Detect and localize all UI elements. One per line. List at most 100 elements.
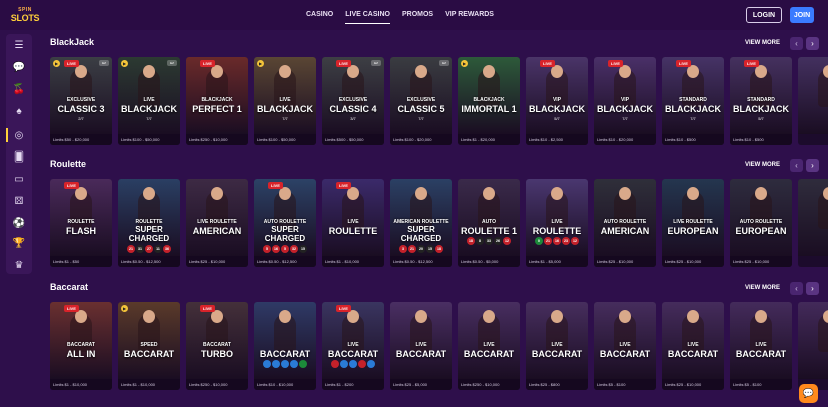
game-card[interactable]: LIVE AUTO ROULETTE SUPER CHARGED 5 16 5 32 15 Li… bbox=[254, 179, 316, 267]
result-ball bbox=[299, 360, 307, 368]
game-title: TURBO bbox=[201, 349, 233, 359]
game-subtitle: LIVE bbox=[279, 97, 291, 103]
bet-limits: Limits $0.50 - $5,000 bbox=[458, 256, 520, 267]
game-subtitle: VIP bbox=[620, 97, 630, 103]
bet-limits: Limits $250 - $10,000 bbox=[186, 134, 248, 145]
game-card[interactable]: LIVE VIP BLACKJACK 5/7 Limits $10 - $2,500 bbox=[526, 57, 588, 145]
game-card[interactable]: ▶ LIVE BLACKJACK 7/7 Limits $100 - $50,000 bbox=[254, 57, 316, 145]
game-card[interactable]: LIVE BACCARAT Limits $25 - $800 bbox=[526, 302, 588, 390]
game-card[interactable]: LIVE LIVE BACCARAT Limits $1 - $200 bbox=[322, 302, 384, 390]
game-title: ALL IN bbox=[66, 349, 96, 359]
result-ball: 27 bbox=[145, 245, 153, 253]
chat-bubbles-icon[interactable]: 💬 bbox=[6, 58, 32, 76]
game-subtitle: AUTO ROULETTE bbox=[739, 219, 783, 225]
result-ball: 8 bbox=[476, 237, 484, 245]
game-card[interactable]: LIVE ROULETTE AMERICAN Limits $25 - $10,00… bbox=[186, 179, 248, 267]
game-card[interactable]: LIVE BACCARAT TURBO Limits $250 - $10,000 bbox=[186, 302, 248, 390]
game-card[interactable]: LIVE ROULETTE 0 21 16 23 12 Limits $1 - $5,000 bbox=[526, 179, 588, 267]
game-card[interactable]: LIVE ROULETTE FLASH Limits $1 - $50 bbox=[50, 179, 112, 267]
game-card[interactable]: LIVE ROULETTE EUROPEAN Limits $25 - $10,00… bbox=[662, 179, 724, 267]
view-more-link[interactable]: VIEW MORE bbox=[745, 162, 780, 168]
scroll-left-icon[interactable]: ‹ bbox=[790, 159, 803, 172]
scroll-left-icon[interactable]: ‹ bbox=[790, 37, 803, 50]
game-card[interactable]: LIVE BACCARAT Limits $25 - $10,000 bbox=[662, 302, 724, 390]
cherries-icon[interactable]: 🍒 bbox=[6, 80, 32, 98]
bet-limits: Limits $1 - $20,000 bbox=[458, 134, 520, 145]
game-card[interactable]: LIVE STANDARD BLACKJACK 5/7 Limits $10 - $50… bbox=[730, 57, 792, 145]
game-card[interactable]: AUTO ROULETTE AMERICAN Limits $25 - $10,00… bbox=[594, 179, 656, 267]
game-subtitle: LIVE bbox=[347, 219, 359, 225]
game-card[interactable] bbox=[798, 179, 828, 267]
game-title: SUPER CHARGED bbox=[400, 225, 442, 243]
game-card[interactable]: BACCARAT Limits $10 - $10,000 bbox=[254, 302, 316, 390]
nav-promos[interactable]: PROMOS bbox=[396, 0, 439, 30]
nav-casino[interactable]: CASINO bbox=[300, 0, 339, 30]
game-card[interactable]: LIVE LIVE ROULETTE Limits $1 - $10,000 bbox=[322, 179, 384, 267]
game-card[interactable] bbox=[798, 57, 828, 145]
view-more-link[interactable]: VIEW MORE bbox=[745, 40, 780, 46]
provider-badge: EZ bbox=[371, 60, 381, 66]
live-badge: LIVE bbox=[200, 60, 215, 67]
login-button[interactable]: LOGIN bbox=[746, 7, 782, 23]
game-title: ROULETTE 1 bbox=[460, 226, 517, 236]
game-card[interactable]: EZ EXCLUSIVE CLASSIC 5 7/7 Limits $100 - $20… bbox=[390, 57, 452, 145]
game-card[interactable]: LIVE BLACKJACK PERFECT 1 Limits $250 - $10,… bbox=[186, 57, 248, 145]
game-card[interactable]: LIVE EZ EXCLUSIVE CLASSIC 4 3/7 Limits $500 -… bbox=[322, 57, 384, 145]
game-card[interactable]: LIVE BACCARAT Limits $5 - $100 bbox=[730, 302, 792, 390]
join-button[interactable]: JOIN bbox=[790, 7, 814, 23]
trophy-icon[interactable]: 🏆 bbox=[6, 234, 32, 252]
game-card[interactable]: LIVE BACCARAT ALL IN Limits $1 - $10,000 bbox=[50, 302, 112, 390]
live-dealer-icon[interactable]: ◎ bbox=[6, 126, 32, 144]
menu-icon[interactable]: ☰ bbox=[6, 36, 32, 54]
game-title: CLASSIC 4 bbox=[329, 104, 377, 114]
result-ball: 21 bbox=[127, 245, 135, 253]
game-card[interactable]: AUTO ROULETTE 1 18 8 33 26 12 Limits $0.50 - $5… bbox=[458, 179, 520, 267]
game-card[interactable]: LIVE STANDARD BLACKJACK 7/7 Limits $10 - $50… bbox=[662, 57, 724, 145]
sports-ball-icon[interactable]: ⚽ bbox=[6, 214, 32, 232]
live-badge: LIVE bbox=[200, 305, 215, 312]
game-card[interactable] bbox=[798, 302, 828, 390]
bet-limits: Limits $1 - $10,000 bbox=[322, 256, 384, 267]
bet-limits: Limits $5 - $100 bbox=[730, 379, 792, 390]
result-ball: 12 bbox=[503, 237, 511, 245]
sidebar: ☰ 💬 🍒 ♠ ◎ 🂠 ▭ ⚄ ⚽ 🏆 ♛ bbox=[6, 34, 32, 274]
game-card[interactable]: LIVE BACCARAT Limits $5 - $100 bbox=[594, 302, 656, 390]
nav-vip-rewards[interactable]: VIP REWARDS bbox=[439, 0, 500, 30]
spade-icon[interactable]: ♠ bbox=[6, 102, 32, 120]
cards-icon[interactable]: 🂠 bbox=[6, 148, 32, 166]
result-ball bbox=[263, 360, 271, 368]
result-ball bbox=[331, 360, 339, 368]
game-card[interactable]: AUTO ROULETTE EUROPEAN Limits $25 - $10,00… bbox=[730, 179, 792, 267]
game-card[interactable]: ▶ EZ LIVE BLACKJACK 7/7 Limits $100 - $50,000 bbox=[118, 57, 180, 145]
game-subtitle: AUTO ROULETTE bbox=[603, 219, 647, 225]
game-card[interactable]: ▶ BLACKJACK IMMORTAL 1 Limits $1 - $20,000 bbox=[458, 57, 520, 145]
game-card[interactable]: ROULETTE SUPER CHARGED 21 31 27 11 36 Limits $0… bbox=[118, 179, 180, 267]
scroll-right-icon[interactable]: › bbox=[806, 282, 819, 295]
seat-count: 5/7 bbox=[554, 116, 560, 121]
nav-live-casino[interactable]: LIVE CASINO bbox=[339, 0, 396, 30]
game-card[interactable]: LIVE VIP BLACKJACK 7/7 Limits $10 - $20,000 bbox=[594, 57, 656, 145]
dice-icon[interactable]: ⚄ bbox=[6, 192, 32, 210]
view-more-link[interactable]: VIEW MORE bbox=[745, 285, 780, 291]
dealer-figure bbox=[818, 65, 828, 107]
bet-limits: Limits $10 - $10,000 bbox=[254, 379, 316, 390]
game-card[interactable]: LIVE BACCARAT Limits $250 - $10,000 bbox=[458, 302, 520, 390]
dealer-figure bbox=[818, 187, 828, 229]
crown-icon[interactable]: ♛ bbox=[6, 256, 32, 274]
bet-limits: Limits $1 - $200 bbox=[322, 379, 384, 390]
scroll-right-icon[interactable]: › bbox=[806, 37, 819, 50]
site-logo[interactable]: SPIN SLOTS bbox=[11, 6, 40, 24]
game-card[interactable]: LIVE BACCARAT Limits $25 - $5,000 bbox=[390, 302, 452, 390]
chat-support-icon[interactable]: 💬 bbox=[799, 384, 818, 403]
game-title: ROULETTE bbox=[328, 226, 378, 236]
laptop-icon[interactable]: ▭ bbox=[6, 170, 32, 188]
dealer-figure bbox=[274, 310, 296, 352]
scroll-left-icon[interactable]: ‹ bbox=[790, 282, 803, 295]
game-card[interactable]: AMERICAN ROULETTE SUPER CHARGED 3 21 20 15 18 L… bbox=[390, 179, 452, 267]
scroll-right-icon[interactable]: › bbox=[806, 159, 819, 172]
game-title: AMERICAN bbox=[192, 226, 242, 236]
game-title: AMERICAN bbox=[600, 226, 650, 236]
game-card[interactable]: ▶ SPEED BACCARAT Limits $1 - $10,000 bbox=[118, 302, 180, 390]
game-title: ROULETTE bbox=[532, 226, 582, 236]
game-card[interactable]: ▶ LIVE EZ EXCLUSIVE CLASSIC 3 2/7 Limits $50 -… bbox=[50, 57, 112, 145]
